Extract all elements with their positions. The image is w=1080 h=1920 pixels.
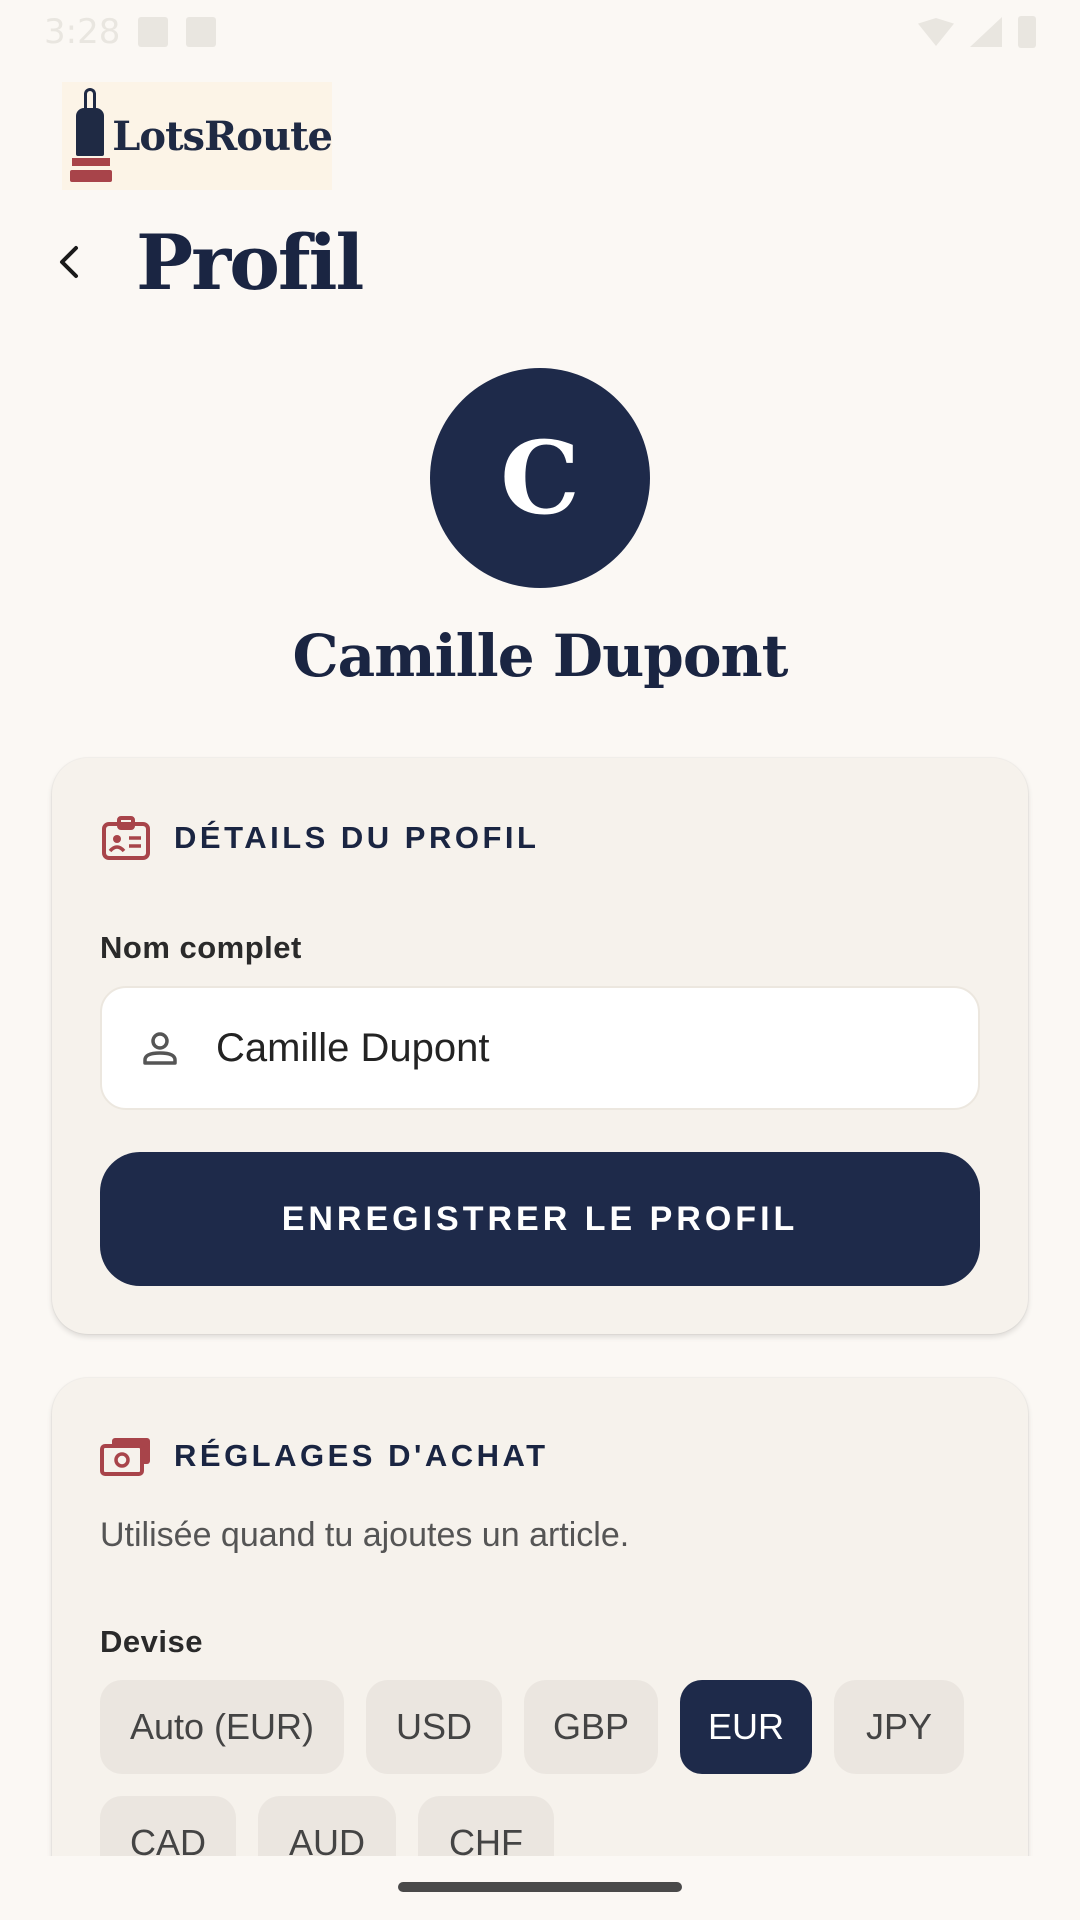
status-bar: 3:28 [0,0,1080,64]
back-button[interactable] [40,232,100,292]
money-icon [100,1438,150,1476]
currency-chip-eur[interactable]: EUR [680,1680,812,1774]
wifi-icon [918,18,954,46]
currency-chip-auto[interactable]: Auto (EUR) [100,1680,344,1774]
currency-label: Devise [100,1624,203,1659]
save-profile-button[interactable]: ENREGISTRER LE PROFIL [100,1152,980,1286]
signal-icon [970,17,1002,47]
id-badge-icon [102,816,150,860]
chevron-left-icon [60,246,78,278]
status-time: 3:28 [44,12,121,52]
full-name-label: Nom complet [100,930,302,965]
logo-text: LotsRoute [112,112,333,160]
price-tag-icon [66,84,112,188]
profile-name: Camille Dupont [292,622,789,690]
profile-details-header: DÉTAILS DU PROFIL [100,814,539,862]
page-title: Profil [136,218,364,307]
avatar: C [430,368,650,588]
profile-details-title: DÉTAILS DU PROFIL [174,820,540,855]
purchase-settings-title: RÉGLAGES D'ACHAT [174,1438,549,1473]
download-icon [186,17,217,47]
app-logo: LotsRoute [62,82,333,190]
full-name-input[interactable] [216,1025,916,1071]
currency-chip-jpy[interactable]: JPY [834,1680,964,1774]
home-indicator[interactable] [398,1882,682,1892]
avatar-initial: C [500,419,580,537]
battery-icon [1018,16,1036,48]
currency-chip-usd[interactable]: USD [366,1680,502,1774]
currency-chip-gbp[interactable]: GBP [524,1680,658,1774]
person-icon [143,1032,177,1065]
purchase-settings-helper: Utilisée quand tu ajoutes un article. [100,1516,630,1554]
profile-details-card: DÉTAILS DU PROFIL Nom complet ENREGISTRE… [52,758,1028,1334]
notification-icon [138,17,169,47]
purchase-settings-card: RÉGLAGES D'ACHAT Utilisée quand tu ajout… [52,1378,1028,1920]
purchase-settings-header: RÉGLAGES D'ACHAT [100,1432,549,1480]
full-name-field[interactable] [100,986,980,1110]
